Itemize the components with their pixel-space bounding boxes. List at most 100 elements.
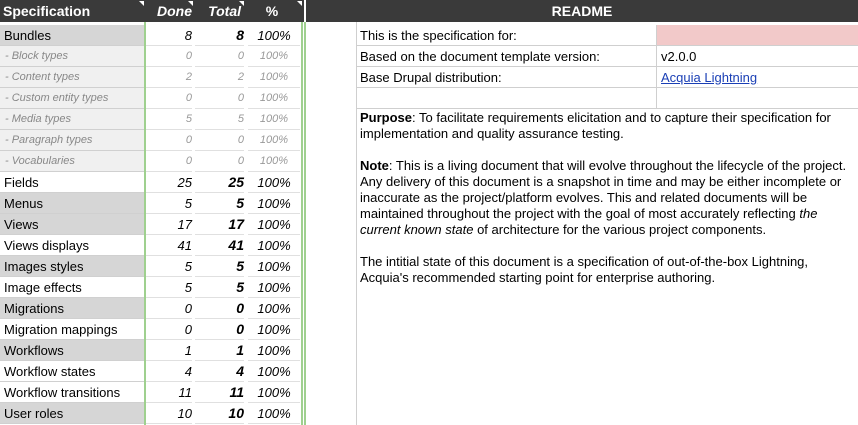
spec-cell-name[interactable]: Bundles: [0, 25, 144, 46]
spec-cell-total[interactable]: 0: [195, 151, 244, 172]
spec-cell-name[interactable]: Menus: [0, 193, 144, 214]
spec-cell-total[interactable]: 17: [195, 214, 244, 235]
spec-cell-name[interactable]: User roles: [0, 403, 144, 424]
spec-cell-percent[interactable]: 100%: [248, 382, 300, 403]
readme-blank-column[interactable]: [304, 22, 357, 425]
spec-cell-done[interactable]: 5: [146, 109, 192, 130]
note-text: : This is a living document that will ev…: [360, 158, 847, 221]
spec-cell-done[interactable]: 5: [146, 256, 192, 277]
spec-cell-total[interactable]: 0: [195, 319, 244, 340]
spec-cell-name[interactable]: Fields: [0, 172, 144, 193]
distribution-value-cell[interactable]: Acquia Lightning: [657, 67, 858, 88]
spec-cell-done[interactable]: 0: [146, 88, 192, 109]
spec-cell-done[interactable]: 10: [146, 403, 192, 424]
spec-cell-percent[interactable]: 100%: [248, 109, 300, 130]
spec-cell-percent[interactable]: 100%: [248, 172, 300, 193]
spec-cell-name[interactable]: Workflows: [0, 340, 144, 361]
template-version-value[interactable]: v2.0.0: [657, 46, 858, 67]
spec-cell-percent[interactable]: 100%: [248, 340, 300, 361]
note-text-end: of architecture for the various project …: [473, 222, 767, 237]
field-label[interactable]: Base Drupal distribution:: [356, 67, 657, 88]
spec-cell-done[interactable]: 0: [146, 319, 192, 340]
spec-cell-name[interactable]: Migration mappings: [0, 319, 144, 340]
header-percent[interactable]: %: [244, 0, 300, 22]
spec-cell-total[interactable]: 0: [195, 298, 244, 319]
field-label[interactable]: Based on the document template version:: [356, 46, 657, 67]
spec-cell-percent[interactable]: 100%: [248, 67, 300, 88]
spec-cell-percent[interactable]: 100%: [248, 298, 300, 319]
empty-value[interactable]: [657, 88, 858, 109]
spec-cell-total[interactable]: 11: [195, 382, 244, 403]
spec-cell-done[interactable]: 4: [146, 361, 192, 382]
specification-for-value[interactable]: [657, 25, 858, 46]
comment-marker-icon: [188, 1, 193, 6]
spec-cell-name[interactable]: - Block types: [0, 46, 144, 67]
spec-cell-total[interactable]: 4: [195, 361, 244, 382]
spec-cell-total[interactable]: 41: [195, 235, 244, 256]
spec-cell-done[interactable]: 8: [146, 25, 192, 46]
spec-cell-percent[interactable]: 100%: [248, 46, 300, 67]
spec-cell-name[interactable]: - Content types: [0, 67, 144, 88]
spec-cell-done[interactable]: 17: [146, 214, 192, 235]
spec-cell-percent[interactable]: 100%: [248, 403, 300, 424]
spec-cell-total[interactable]: 0: [195, 88, 244, 109]
readme-description[interactable]: Purpose: To facilitate requirements elic…: [356, 110, 852, 302]
spec-cell-done[interactable]: 41: [146, 235, 192, 256]
acquia-lightning-link[interactable]: Acquia Lightning: [661, 70, 757, 85]
spec-cell-name[interactable]: - Custom entity types: [0, 88, 144, 109]
spec-cell-total[interactable]: 10: [195, 403, 244, 424]
spec-row: - Vocabularies 0 0 100%: [0, 151, 304, 172]
field-label[interactable]: [356, 88, 657, 109]
spec-cell-percent[interactable]: 100%: [248, 361, 300, 382]
spec-cell-total[interactable]: 5: [195, 277, 244, 298]
spec-cell-total[interactable]: 5: [195, 193, 244, 214]
spec-row: Workflow states 4 4 100%: [0, 361, 304, 382]
spec-cell-done[interactable]: 5: [146, 193, 192, 214]
spec-cell-total[interactable]: 25: [195, 172, 244, 193]
spec-cell-total[interactable]: 5: [195, 256, 244, 277]
spec-cell-done[interactable]: 0: [146, 46, 192, 67]
spec-cell-name[interactable]: Image effects: [0, 277, 144, 298]
spec-cell-percent[interactable]: 100%: [248, 25, 300, 46]
spec-cell-name[interactable]: Workflow transitions: [0, 382, 144, 403]
spec-cell-done[interactable]: 5: [146, 277, 192, 298]
spec-cell-name[interactable]: - Media types: [0, 109, 144, 130]
spec-cell-total[interactable]: 1: [195, 340, 244, 361]
spec-cell-percent[interactable]: 100%: [248, 277, 300, 298]
spec-cell-percent[interactable]: 100%: [248, 214, 300, 235]
spec-cell-total[interactable]: 0: [195, 46, 244, 67]
spec-cell-percent[interactable]: 100%: [248, 151, 300, 172]
spec-cell-percent[interactable]: 100%: [248, 88, 300, 109]
spec-cell-total[interactable]: 8: [195, 25, 244, 46]
spec-cell-done[interactable]: 25: [146, 172, 192, 193]
spec-cell-percent[interactable]: 100%: [248, 319, 300, 340]
spec-cell-total[interactable]: 2: [195, 67, 244, 88]
spec-cell-name[interactable]: Workflow states: [0, 361, 144, 382]
readme-title[interactable]: README: [306, 0, 858, 22]
spec-cell-total[interactable]: 5: [195, 109, 244, 130]
spec-cell-name[interactable]: Views displays: [0, 235, 144, 256]
spec-cell-done[interactable]: 11: [146, 382, 192, 403]
purpose-label: Purpose: [360, 110, 413, 125]
spec-cell-done[interactable]: 1: [146, 340, 192, 361]
header-done[interactable]: Done: [145, 0, 192, 22]
spec-cell-name[interactable]: - Vocabularies: [0, 151, 144, 172]
spec-cell-percent[interactable]: 100%: [248, 130, 300, 151]
field-label[interactable]: This is the specification for:: [356, 25, 657, 46]
spec-cell-name[interactable]: Images styles: [0, 256, 144, 277]
spec-cell-percent[interactable]: 100%: [248, 256, 300, 277]
purpose-text: : To facilitate requirements elicitation…: [360, 110, 831, 141]
spec-cell-name[interactable]: Migrations: [0, 298, 144, 319]
spec-header-row: Specification Done Total %: [0, 0, 304, 22]
spec-cell-name[interactable]: Views: [0, 214, 144, 235]
spec-cell-done[interactable]: 2: [146, 67, 192, 88]
spec-cell-done[interactable]: 0: [146, 298, 192, 319]
header-total[interactable]: Total: [192, 0, 241, 22]
spec-cell-done[interactable]: 0: [146, 130, 192, 151]
header-specification[interactable]: Specification: [3, 0, 90, 22]
spec-cell-percent[interactable]: 100%: [248, 193, 300, 214]
spec-cell-total[interactable]: 0: [195, 130, 244, 151]
spec-cell-name[interactable]: - Paragraph types: [0, 130, 144, 151]
spec-cell-percent[interactable]: 100%: [248, 235, 300, 256]
spec-cell-done[interactable]: 0: [146, 151, 192, 172]
